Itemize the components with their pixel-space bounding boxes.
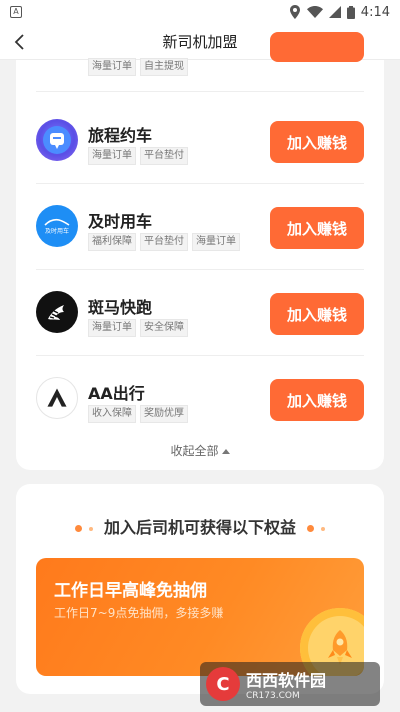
dot-decoration-icon bbox=[88, 526, 93, 531]
page-title: 新司机加盟 bbox=[162, 33, 238, 51]
benefit-title: 工作日早高峰免抽佣 bbox=[54, 581, 207, 601]
lvcheng-logo bbox=[36, 119, 78, 161]
wifi-icon bbox=[306, 6, 323, 18]
tag: 收入保障 bbox=[88, 405, 136, 423]
tag-list: 海量订单 自主提现 bbox=[88, 58, 188, 76]
status-bar: A 4:14 bbox=[0, 0, 400, 24]
watermark-main: 西西软件园 bbox=[246, 671, 327, 690]
jishi-logo: 及时用车 bbox=[36, 205, 78, 247]
jishi-logo-text: 及时用车 bbox=[45, 227, 69, 235]
join-button[interactable]: 加入赚钱 bbox=[270, 293, 364, 335]
platform-name: 及时用车 bbox=[88, 212, 153, 231]
dot-decoration-icon bbox=[321, 526, 326, 531]
status-left: A bbox=[10, 6, 22, 18]
platform-name: 旅程约车 bbox=[88, 126, 153, 145]
site-watermark: C 西西软件园 CR173.COM bbox=[200, 662, 380, 706]
benefits-title: 加入后司机可获得以下权益 bbox=[103, 518, 296, 537]
signal-icon bbox=[328, 6, 341, 18]
aa-logo bbox=[36, 377, 78, 419]
chevron-left-icon bbox=[14, 34, 24, 50]
join-button[interactable]: 加入赚钱 bbox=[270, 207, 364, 249]
collapse-all-button[interactable]: 收起全部 bbox=[16, 442, 384, 459]
caret-up-icon bbox=[221, 449, 230, 454]
app-notification-icon: A bbox=[10, 6, 22, 18]
battery-icon bbox=[346, 5, 355, 19]
dot-decoration-icon bbox=[74, 525, 82, 532]
back-button[interactable] bbox=[8, 30, 32, 54]
tag: 奖励优厚 bbox=[140, 405, 188, 423]
tag: 平台垫付 bbox=[140, 147, 188, 165]
platform-row: 及时用车 及时用车 福利保障 平台垫付 海量订单 加入赚钱 bbox=[36, 184, 364, 270]
tag: 海量订单 bbox=[88, 319, 136, 337]
tag: 平台垫付 bbox=[140, 233, 188, 251]
tag-list: 海量订单 安全保障 bbox=[88, 319, 188, 337]
dot-decoration-icon bbox=[307, 525, 315, 532]
status-right: 4:14 bbox=[289, 5, 390, 20]
platform-list-card: 海量订单 自主提现 旅程约车 海量订单 平台垫付 加入赚钱 及时用车 及时用车 … bbox=[16, 32, 384, 470]
tag: 福利保障 bbox=[88, 233, 136, 251]
tag: 自主提现 bbox=[140, 58, 188, 76]
platform-row: 斑马快跑 海量订单 安全保障 加入赚钱 bbox=[36, 270, 364, 356]
tag: 海量订单 bbox=[88, 147, 136, 165]
location-icon bbox=[289, 5, 301, 19]
tag-list: 福利保障 平台垫付 海量订单 bbox=[88, 233, 240, 251]
tag-list: 收入保障 奖励优厚 bbox=[88, 405, 188, 423]
tag-list: 海量订单 平台垫付 bbox=[88, 147, 188, 165]
tag: 海量订单 bbox=[88, 58, 136, 76]
platform-name: AA出行 bbox=[88, 384, 145, 403]
platform-row: 旅程约车 海量订单 平台垫付 加入赚钱 bbox=[36, 98, 364, 184]
tag: 海量订单 bbox=[192, 233, 240, 251]
collapse-label: 收起全部 bbox=[170, 444, 219, 458]
join-button[interactable]: 加入赚钱 bbox=[270, 121, 364, 163]
watermark-logo: C bbox=[206, 667, 240, 701]
tag: 安全保障 bbox=[140, 319, 188, 337]
platform-row: AA出行 收入保障 奖励优厚 加入赚钱 bbox=[36, 356, 364, 442]
benefit-banner[interactable]: 工作日早高峰免抽佣 工作日7~9点免抽佣，多接多赚 bbox=[36, 558, 364, 676]
join-button-partial[interactable] bbox=[270, 32, 364, 62]
watermark-sub: CR173.COM bbox=[246, 691, 300, 701]
benefit-subtitle: 工作日7~9点免抽佣，多接多赚 bbox=[54, 606, 224, 620]
platform-row-partial: 海量订单 自主提现 bbox=[36, 32, 364, 92]
join-button[interactable]: 加入赚钱 bbox=[270, 379, 364, 421]
watermark-text: 西西软件园 CR173.COM bbox=[246, 667, 326, 701]
benefits-heading: 加入后司机可获得以下权益 bbox=[16, 514, 384, 538]
platform-name: 斑马快跑 bbox=[88, 298, 153, 317]
clock-time: 4:14 bbox=[360, 4, 390, 20]
zebra-logo bbox=[36, 291, 78, 333]
